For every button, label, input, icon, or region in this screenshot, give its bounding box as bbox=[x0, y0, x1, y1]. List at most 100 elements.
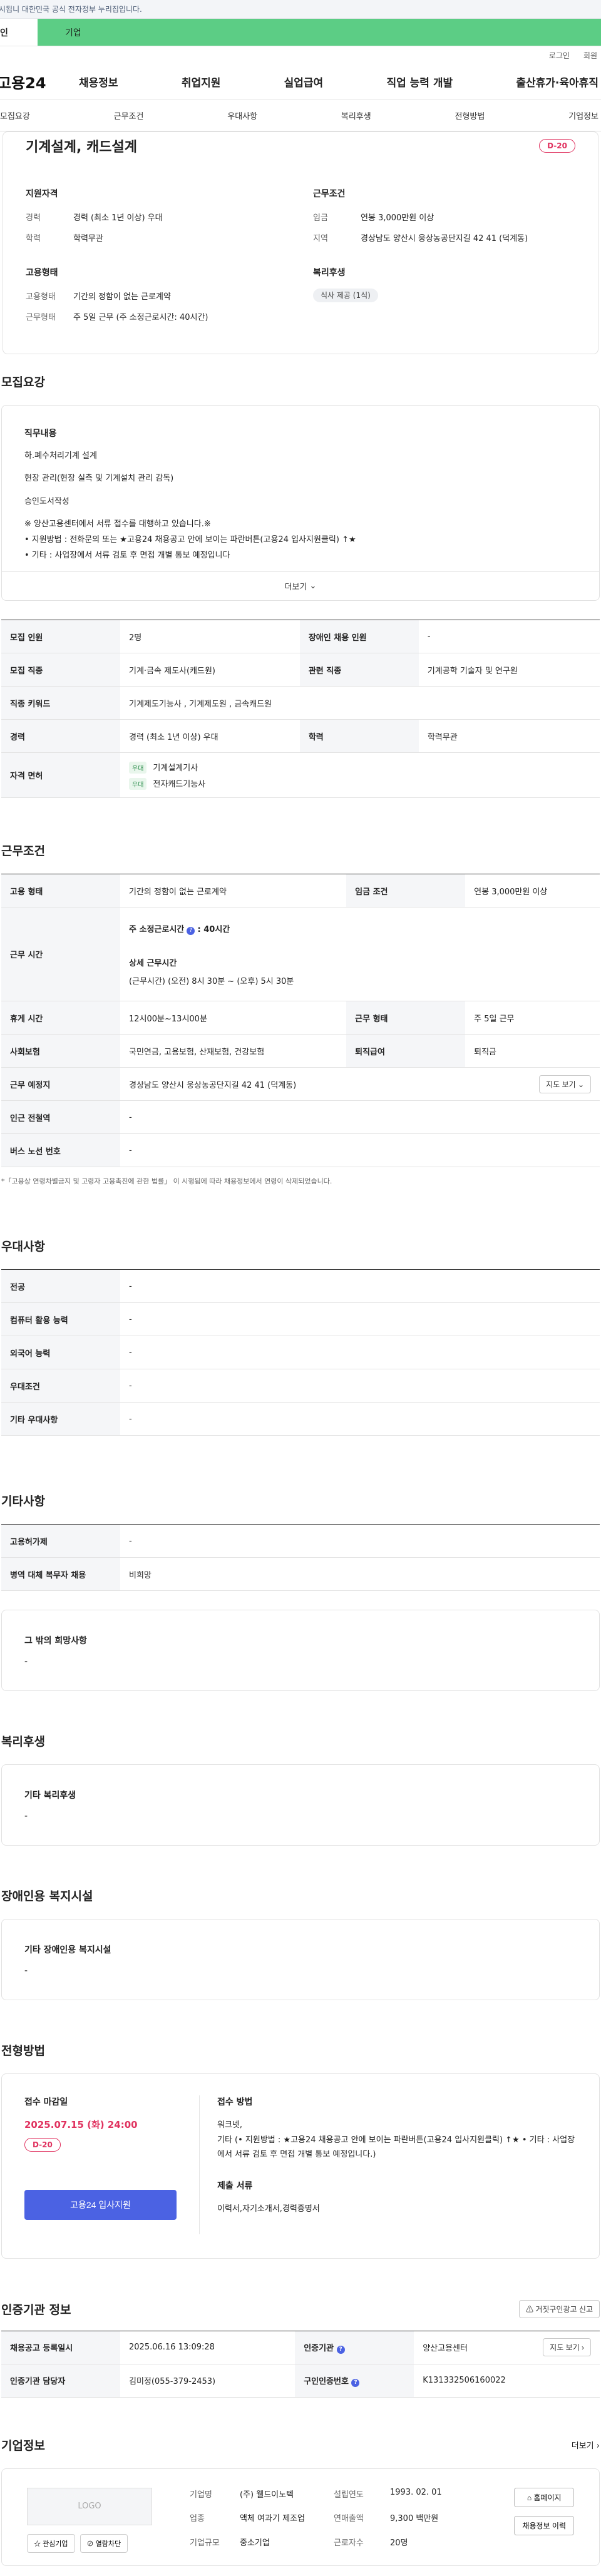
info-icon[interactable]: ? bbox=[187, 926, 195, 935]
hiring-history-button[interactable]: 채용정보 이력 bbox=[514, 2515, 574, 2535]
etc-section: 기타사항 고용허가제 - 병역 대체 복무자 채용 비희망 그 밖의 희망사항 - bbox=[1, 1492, 600, 1692]
cell-value: 김미정(055-379-2453) bbox=[120, 2364, 295, 2398]
anchor-process[interactable]: 전형방법 bbox=[455, 110, 485, 121]
report-label: 거짓구인광고 신고 bbox=[535, 2304, 593, 2314]
pref-heading: 우대사항 bbox=[1, 1240, 45, 1254]
block-view-button[interactable]: ⊘ 열람차단 bbox=[80, 2533, 128, 2553]
process-box: 접수 마감일 2025.07.15 (화) 24:00 D-20 고용24 입사… bbox=[1, 2073, 600, 2259]
detail-title: 상세 근무시간 bbox=[129, 958, 177, 968]
nav-jobs[interactable]: 채용정보 bbox=[79, 74, 118, 89]
block-label: 열람차단 bbox=[95, 2540, 121, 2548]
work-heading: 근무조건 bbox=[1, 844, 45, 859]
emp-value: 주 5일 근무 (주 소정근로시간: 40시간) bbox=[73, 313, 208, 322]
anchor-welfare[interactable]: 복리후생 bbox=[341, 110, 371, 121]
report-button[interactable]: ⚠ 거짓구인광고 신고 bbox=[518, 2299, 600, 2318]
cell-value: 주 소정근로시간 ? : 40시간 상세 근무시간 (근무시간) (오전) 8시… bbox=[120, 907, 600, 1002]
cell-value: 학력무관 bbox=[418, 719, 600, 754]
anchor-company[interactable]: 기업정보 bbox=[568, 110, 598, 121]
more-button[interactable]: 더보기 ⌄ bbox=[2, 571, 599, 600]
anchor-pref[interactable]: 우대사항 bbox=[227, 110, 257, 121]
info-value: 9,300 백만원 bbox=[390, 2514, 439, 2524]
cert-map-button[interactable]: 지도 보기 › bbox=[543, 2338, 591, 2357]
report-icon: ⚠ bbox=[525, 2304, 533, 2314]
recruit-table: 모집 인원 2명 장애인 채용 인원 - 모집 직종 기계·금속 제도사(캐드원… bbox=[1, 620, 600, 799]
cell-value: 연봉 3,000만원 이상 bbox=[465, 874, 600, 908]
disabled-section: 장애인용 복지시설 기타 장애인용 복지시설 - bbox=[1, 1887, 600, 2001]
cell-header: 채용공고 등록일시 bbox=[1, 2331, 120, 2364]
cell-value: 경력 (최소 1년 이상) 우대 bbox=[120, 719, 300, 754]
chevron-down-icon: ⌄ bbox=[577, 1080, 584, 1089]
qual-value: 경력 (최소 1년 이상) 우대 bbox=[73, 213, 163, 223]
site-logo[interactable]: 고용24 bbox=[0, 71, 79, 93]
docs-title: 제출 서류 bbox=[217, 2181, 253, 2192]
cell-header: 모집 직종 bbox=[1, 653, 120, 687]
utility-bar: 로그인 회원 bbox=[0, 46, 601, 64]
other-wishes-box: 그 밖의 희망사항 - bbox=[1, 1610, 600, 1692]
cert-org: 양산고용센터 bbox=[423, 2344, 468, 2354]
gov-banner: 시됩니 대한민국 공식 전자정부 누리집입니다. bbox=[0, 0, 601, 19]
job-desc-line: 하.폐수처리기계 설계 bbox=[24, 451, 97, 461]
cell-header: 병역 대체 복무자 채용 bbox=[1, 1557, 120, 1592]
work-address: 경상남도 양산시 웅상농공단지길 42 41 (덕계동) bbox=[129, 1080, 297, 1090]
license-item: 전자캐드기능사 bbox=[153, 779, 206, 789]
cond-key: 임금 bbox=[313, 213, 328, 223]
license-item: 기계설계기사 bbox=[153, 763, 198, 773]
homepage-button[interactable]: ⌂ 홈페이지 bbox=[514, 2487, 574, 2507]
nav-unemployment[interactable]: 실업급여 bbox=[284, 74, 324, 89]
info-value: 중소기업 bbox=[240, 2538, 270, 2548]
star-icon: ☆ bbox=[34, 2540, 41, 2548]
cell-value: 기계제도기능사 , 기계제도원 , 금속캐드원 bbox=[120, 686, 600, 720]
info-key: 업종 bbox=[190, 2514, 205, 2524]
company-more-link[interactable]: 더보기 › bbox=[572, 2439, 600, 2451]
cell-value: - bbox=[418, 620, 600, 654]
info-value: 액체 여과기 제조업 bbox=[240, 2514, 305, 2524]
cell-value: 기계·금속 제도사(캐드원) bbox=[120, 653, 300, 687]
work-section: 근무조건 고용 형태 기간의 정함이 없는 근로계약 임금 조건 연봉 3,00… bbox=[1, 842, 600, 1186]
etc-heading: 기타사항 bbox=[1, 1495, 45, 1509]
process-section: 전형방법 접수 마감일 2025.07.15 (화) 24:00 D-20 고용… bbox=[1, 2042, 600, 2259]
chevron-right-icon: › bbox=[582, 2343, 584, 2353]
join-link[interactable]: 회원 bbox=[583, 50, 597, 61]
recruit-section: 모집요강 직무내용 하.폐수처리기계 설계 현장 관리(현장 실측 및 기계설치… bbox=[1, 373, 600, 799]
tab-individual[interactable]: 인 bbox=[0, 19, 38, 46]
dday-badge: D-20 bbox=[24, 2138, 61, 2152]
cell-value: 12시00분~13시00분 bbox=[120, 1001, 347, 1035]
info-value: (주) 웰드이노텍 bbox=[240, 2490, 294, 2500]
cell-value: - bbox=[120, 1302, 600, 1337]
qual-value: 학력무관 bbox=[73, 234, 103, 243]
cell-header: 버스 노선 번호 bbox=[1, 1133, 120, 1168]
favorite-company-button[interactable]: ☆ 관심기업 bbox=[27, 2533, 75, 2553]
site-header: 고용24 채용정보 취업지원 실업급여 직업 능력 개발 출산휴가·육아휴직 bbox=[0, 64, 601, 100]
cell-value: K131332506160022 bbox=[414, 2364, 600, 2398]
preferred-tag: 우대 bbox=[129, 761, 147, 774]
home-label: 홈페이지 bbox=[533, 2493, 562, 2502]
login-link[interactable]: 로그인 bbox=[549, 50, 570, 61]
cell-value: - bbox=[120, 1369, 600, 1403]
cert-heading: 인증기관 정보 bbox=[1, 2303, 71, 2317]
anchor-work[interactable]: 근무조건 bbox=[114, 110, 144, 121]
company-info: 기업명 (주) 웰드이노텍 설립연도 1993. 02. 01 업종 액체 여과… bbox=[190, 2488, 484, 2553]
nav-employment-support[interactable]: 취업지원 bbox=[182, 74, 221, 89]
preferred-tag: 우대 bbox=[129, 777, 147, 790]
block-icon: ⊘ bbox=[86, 2540, 94, 2548]
cell-value: - bbox=[120, 1524, 600, 1558]
cell-header: 전공 bbox=[1, 1269, 120, 1304]
anchor-recruit[interactable]: 모집요강 bbox=[0, 110, 30, 121]
info-icon[interactable]: ? bbox=[336, 2345, 345, 2354]
tab-company[interactable]: 기업 bbox=[38, 19, 601, 46]
cell-value: 국민연금, 고용보험, 산재보험, 건강보험 bbox=[120, 1034, 347, 1068]
nav-skills[interactable]: 직업 능력 개발 bbox=[386, 74, 453, 89]
emp-value: 기간의 정함이 없는 근로계약 bbox=[73, 292, 171, 302]
company-side-buttons: ⌂ 홈페이지 채용정보 이력 bbox=[514, 2487, 574, 2553]
apply-button[interactable]: 고용24 입사지원 bbox=[24, 2190, 177, 2221]
map-button[interactable]: 지도 보기 ⌄ bbox=[539, 1075, 591, 1093]
cell-header: 학력 bbox=[299, 719, 419, 754]
company-logo: LOGO bbox=[27, 2487, 152, 2525]
hours-value: : 40시간 bbox=[197, 924, 230, 934]
cell-header: 컴퓨터 활용 능력 bbox=[1, 1302, 120, 1337]
nav-leave[interactable]: 출산휴가·육아휴직 bbox=[516, 74, 598, 89]
info-icon[interactable]: ? bbox=[351, 2378, 360, 2387]
cell-header: 외국어 능력 bbox=[1, 1336, 120, 1370]
welfare-box-value: - bbox=[24, 1811, 28, 1822]
qual-key: 학력 bbox=[26, 234, 41, 243]
